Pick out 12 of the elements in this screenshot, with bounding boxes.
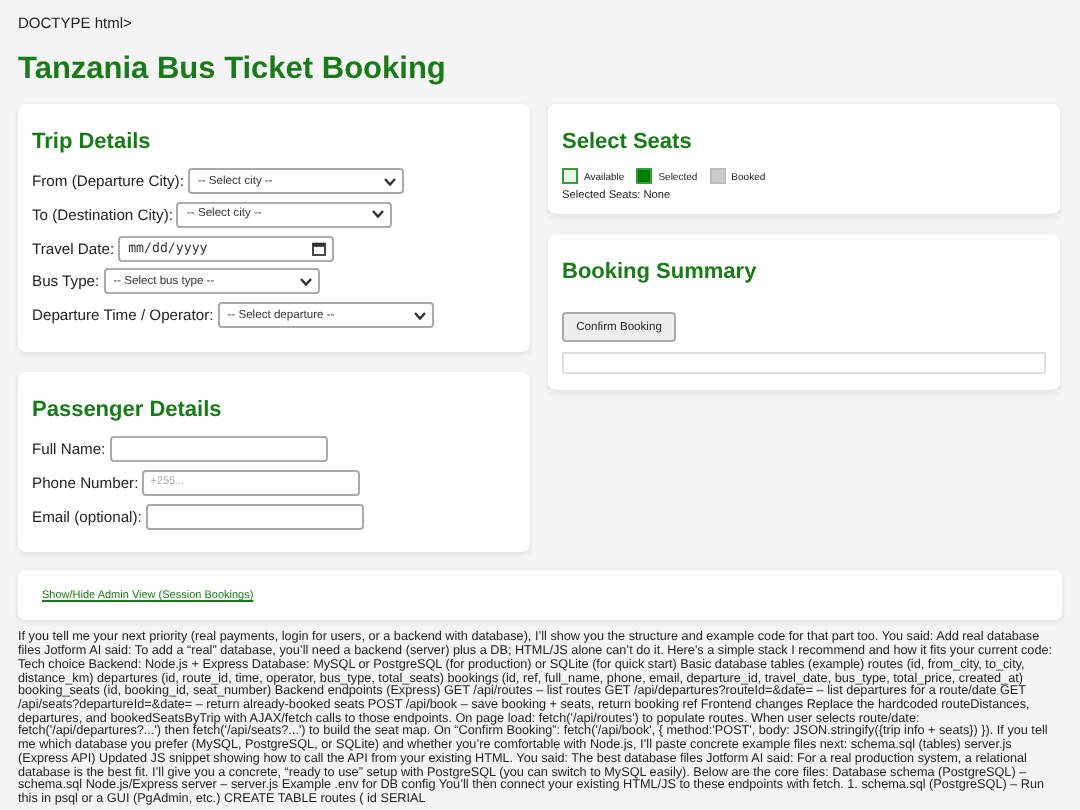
calendar-icon xyxy=(312,241,327,256)
caret-icon xyxy=(383,177,396,185)
section-heading: Passenger Details xyxy=(32,397,222,424)
page-title: Tanzania Bus Ticket Booking xyxy=(18,52,446,86)
caret-icon xyxy=(413,311,426,320)
input-field[interactable] xyxy=(109,435,328,462)
input-field[interactable] xyxy=(145,503,364,530)
caret-icon xyxy=(372,210,385,219)
section-heading: Trip Details xyxy=(32,130,151,156)
section-heading: Booking Summary xyxy=(562,260,757,286)
section-heading: Select Seats xyxy=(562,130,692,156)
caret-icon xyxy=(299,277,312,286)
